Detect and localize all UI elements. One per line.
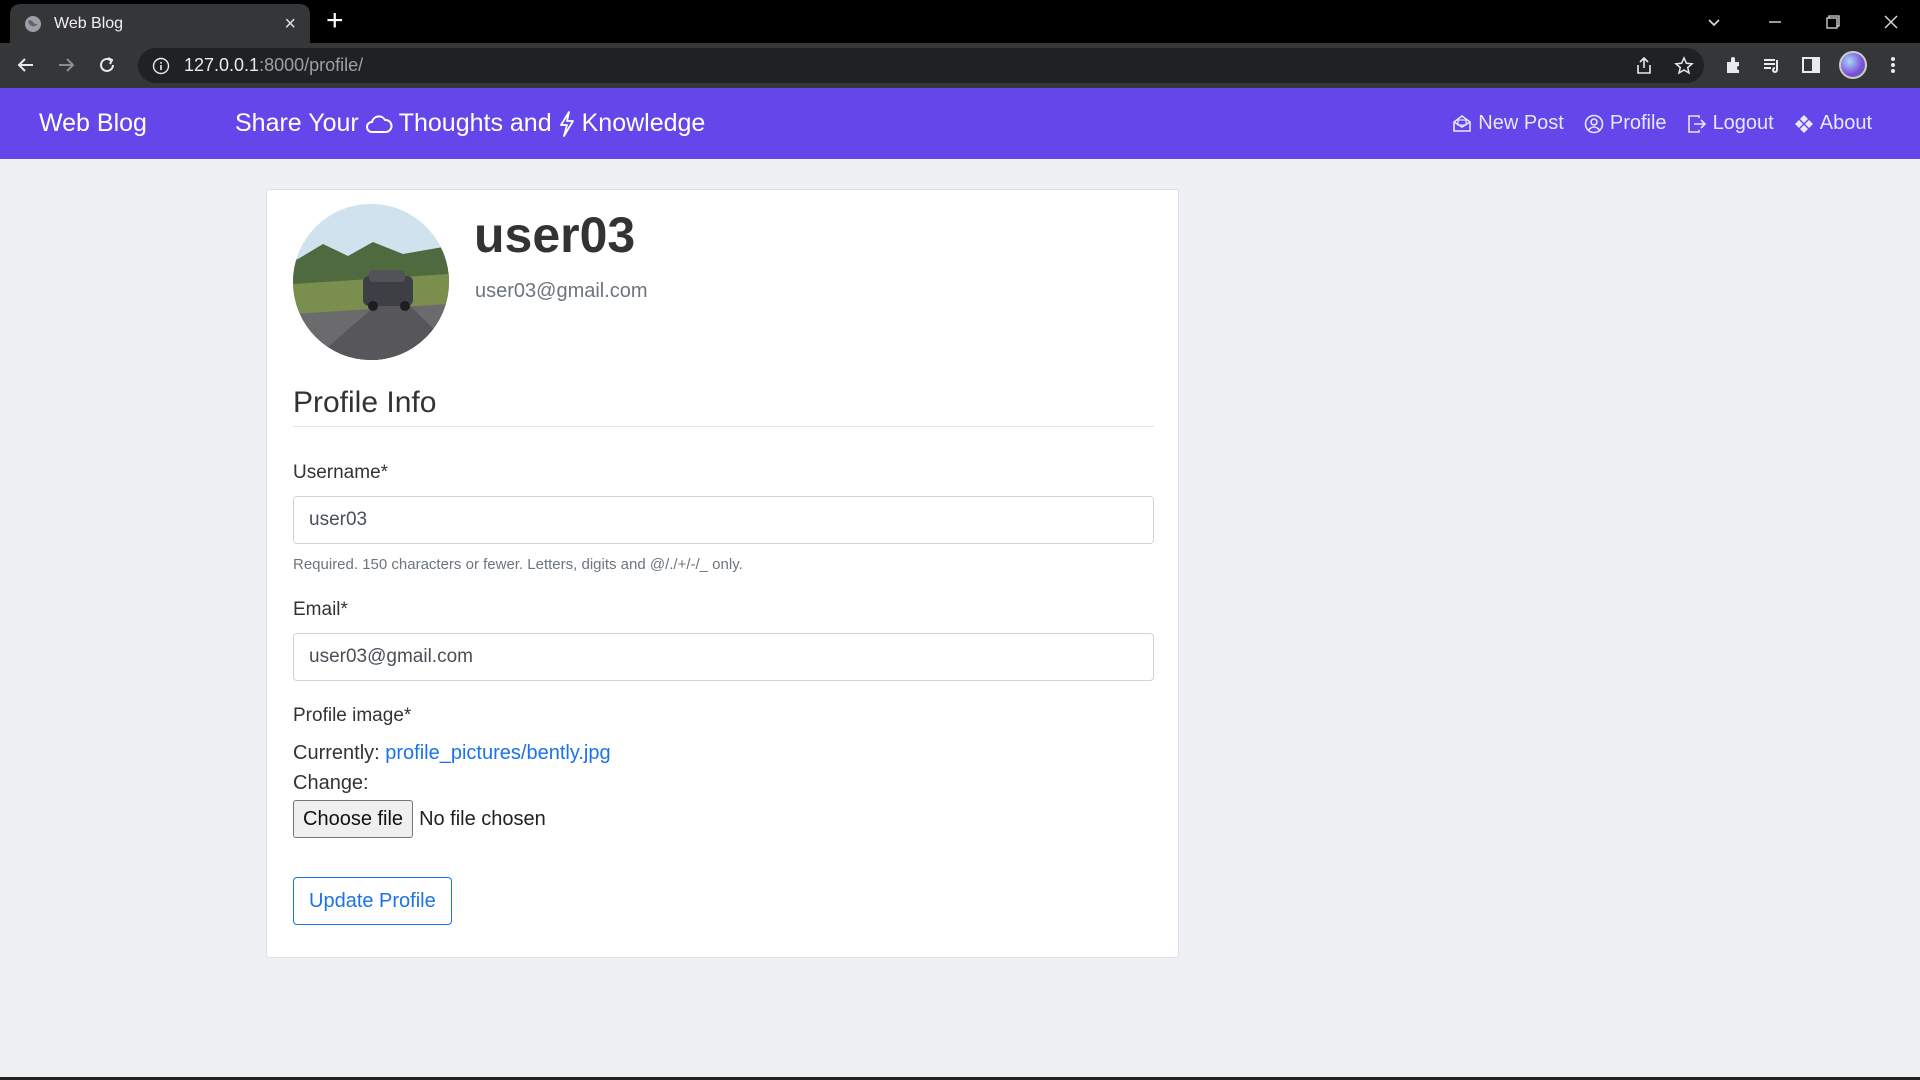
username-label: Username* xyxy=(293,462,389,483)
user-circle-icon xyxy=(1584,114,1604,133)
choose-file-button[interactable]: Choose file xyxy=(293,800,414,838)
email-input[interactable] xyxy=(293,633,1154,681)
currently-row: Currently: profile_pictures/bently.jpg xyxy=(293,742,611,765)
url-path: :8000/profile/ xyxy=(259,55,364,75)
menu-kebab-icon[interactable] xyxy=(1879,51,1907,79)
tagline-part1: Share Your xyxy=(235,109,359,137)
nav-new-post[interactable]: New Post xyxy=(1452,112,1564,135)
file-input-row: Choose file No file chosen xyxy=(293,800,546,838)
restore-icon[interactable] xyxy=(1826,0,1840,43)
profile-username-heading: user03 xyxy=(474,207,636,263)
profile-image-label: Profile image* xyxy=(293,705,412,726)
brand-link[interactable]: Web Blog xyxy=(39,109,147,138)
username-help-text: Required. 150 characters or fewer. Lette… xyxy=(293,556,743,573)
nav-about-label: About xyxy=(1819,112,1872,134)
cloud-icon xyxy=(365,114,393,133)
profile-avatar-icon[interactable] xyxy=(1839,51,1867,79)
profile-email: user03@gmail.com xyxy=(475,280,648,302)
diamond-grid-icon xyxy=(1794,114,1813,133)
profile-picture xyxy=(293,204,449,360)
side-panel-icon[interactable] xyxy=(1797,51,1825,79)
currently-label: Currently: xyxy=(293,742,380,764)
nav-new-post-label: New Post xyxy=(1478,112,1564,134)
logout-icon xyxy=(1687,114,1706,133)
tagline-part3: Knowledge xyxy=(581,109,706,137)
share-icon[interactable] xyxy=(1624,56,1664,76)
nav-logout-label: Logout xyxy=(1712,112,1774,134)
address-bar[interactable]: 127.0.0.1:8000/profile/ xyxy=(138,48,1704,83)
reload-icon[interactable] xyxy=(93,51,121,79)
username-input[interactable] xyxy=(293,496,1154,544)
back-icon[interactable] xyxy=(12,51,40,79)
globe-icon xyxy=(25,15,41,32)
minimize-icon[interactable] xyxy=(1768,0,1782,43)
url-host: 127.0.0.1 xyxy=(184,55,260,75)
tab-search-icon[interactable] xyxy=(1706,0,1722,43)
nav-links: New Post Profile Logout About xyxy=(1452,112,1872,135)
bookmark-star-icon[interactable] xyxy=(1664,55,1704,76)
close-window-icon[interactable] xyxy=(1884,0,1898,43)
current-image-link[interactable]: profile_pictures/bently.jpg xyxy=(385,742,610,764)
profile-card: user03 user03@gmail.com Profile Info Use… xyxy=(266,189,1179,958)
browser-tab-bar: Web Blog × + xyxy=(0,0,1920,43)
nav-about[interactable]: About xyxy=(1794,112,1872,135)
update-profile-button[interactable]: Update Profile xyxy=(293,877,452,925)
form-legend: Profile Info xyxy=(293,386,1154,427)
envelope-open-icon xyxy=(1453,114,1472,132)
media-queue-icon[interactable] xyxy=(1758,51,1786,79)
extensions-icon[interactable] xyxy=(1719,51,1747,79)
change-label: Change: xyxy=(293,772,369,794)
nav-logout[interactable]: Logout xyxy=(1687,112,1774,135)
email-label: Email* xyxy=(293,599,348,620)
new-tab-button[interactable]: + xyxy=(326,6,344,36)
no-file-chosen-text: No file chosen xyxy=(419,807,546,830)
nav-profile-label: Profile xyxy=(1609,112,1667,134)
forward-icon[interactable] xyxy=(52,51,80,79)
nav-profile[interactable]: Profile xyxy=(1584,112,1667,135)
tagline: Share Your Thoughts and Knowledge xyxy=(235,109,705,138)
browser-toolbar: 127.0.0.1:8000/profile/ xyxy=(0,43,1920,88)
tab-title: Web Blog xyxy=(54,14,124,32)
tab-close-icon[interactable]: × xyxy=(284,14,296,34)
site-navbar: Web Blog Share Your Thoughts and Knowled… xyxy=(0,88,1920,159)
site-info-icon[interactable] xyxy=(152,57,170,75)
tagline-part2: Thoughts and xyxy=(398,109,552,137)
browser-tab[interactable]: Web Blog × xyxy=(10,4,310,43)
lightning-icon xyxy=(559,110,574,137)
